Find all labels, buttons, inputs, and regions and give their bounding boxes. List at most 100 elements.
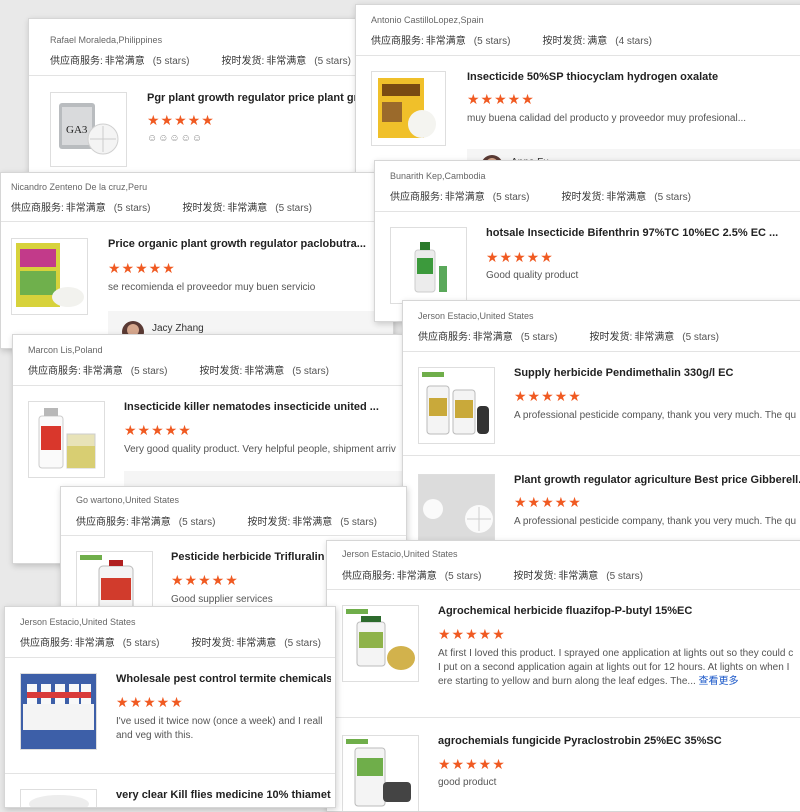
star-rating: ★★★★★ [147, 112, 215, 128]
review-comment-line: ere starting to yellow and burn along th… [438, 676, 696, 687]
rating-line: 供应商服务: 非常满意 (5 stars) 按时发货: 非常满意 (5 stars) [418, 328, 719, 343]
supplier-service-count: (5 stars) [473, 36, 511, 47]
star-rating: ★★★★★ [438, 626, 506, 642]
product-thumbnail[interactable] [342, 735, 419, 811]
supplier-service-label: 供应商服务: [390, 192, 443, 203]
on-time-delivery-label: 按时发货: [561, 192, 605, 203]
star-rating: ★★★★★ [467, 91, 535, 107]
product-thumbnail[interactable] [371, 71, 446, 146]
product-thumbnail[interactable]: GA3 [50, 92, 127, 167]
supplier-service-value: 非常满意 [472, 332, 513, 343]
rating-line: 供应商服务: 非常满意 (5 stars) 按时发货: 非常满意 (5 stars) [390, 188, 691, 203]
product-title[interactable]: Pgr plant growth regulator price plant g… [147, 92, 372, 104]
on-time-delivery-label: 按时发货: [247, 517, 291, 528]
review-comment-line: and veg with this. [116, 730, 194, 741]
thiocyclam-packet-image [378, 78, 436, 138]
on-time-delivery-count: (5 stars) [606, 571, 643, 582]
rating-line: 供应商服务: 非常满意 (5 stars) 按时发货: 非常满意 (5 stars) [50, 52, 351, 67]
on-time-delivery-count: (5 stars) [275, 203, 312, 214]
supplier-service-count: (5 stars) [113, 203, 151, 214]
paclobutrazol-packet-image [16, 243, 84, 307]
on-time-delivery-count: (5 stars) [682, 332, 719, 343]
on-time-delivery-count: (5 stars) [314, 56, 351, 67]
on-time-delivery-value: 非常满意 [558, 571, 599, 582]
review-comment: Good quality product [486, 270, 579, 281]
rating-line: 供应商服务: 非常满意 (5 stars) 按时发货: 非常满意 (5 stars) [20, 634, 321, 649]
product-title[interactable]: Wholesale pest control termite chemicals [116, 673, 331, 685]
supplier-service-value: 非常满意 [65, 203, 106, 214]
product-title[interactable]: agrochemials fungicide Pyraclostrobin 25… [438, 735, 800, 747]
review-card-rafael: Rafael Moraleda,Philippines 供应商服务: 非常满意 (5… [28, 18, 375, 180]
product-title[interactable]: Insecticide 50%SP thiocyclam hydrogen ox… [467, 71, 800, 83]
on-time-delivery-count: (5 stars) [654, 192, 691, 203]
rating-line: 供应商服务: 非常满意 (5 stars) 按时发货: 满意 (4 stars) [371, 32, 652, 47]
review-comment-line: I put on a second application again at l… [438, 662, 790, 673]
product-thumbnail[interactable] [342, 605, 419, 682]
supplier-service-count: (5 stars) [130, 366, 168, 377]
product-title[interactable]: hotsale Insecticide Bifenthrin 97%TC 10%… [486, 227, 800, 239]
on-time-delivery-count: (5 stars) [284, 638, 321, 649]
supplier-service-label: 供应商服务: [20, 638, 73, 649]
bifenthrin-bottle-image [414, 242, 447, 293]
product-thumbnail[interactable] [418, 367, 495, 444]
supplier-service-label: 供应商服务: [28, 366, 81, 377]
supplier-service-count: (5 stars) [520, 332, 558, 343]
supplier-service-label: 供应商服务: [76, 517, 129, 528]
reviewer-name: Marcon Lis,Poland [28, 345, 103, 355]
on-time-delivery-label: 按时发货: [191, 638, 235, 649]
review-comment: muy buena calidad del producto y proveed… [467, 113, 747, 124]
product-title[interactable]: very clear Kill flies medicine 10% thiam… [116, 789, 331, 801]
on-time-delivery-label: 按时发货: [221, 56, 265, 67]
review-card-antonio: Antonio CastilloLopez,Spain 供应商服务: 非常满意 (5… [355, 4, 800, 176]
supplier-service-count: (5 stars) [444, 571, 482, 582]
star-rating: ★★★★★ [438, 756, 506, 772]
product-thumbnail[interactable] [390, 227, 467, 304]
reviewer-name: Jerson Estacio,United States [342, 549, 458, 559]
nematode-insecticide-bottle-image [38, 408, 96, 469]
reviewer-name: Nicandro Zenteno De la cruz,Peru [11, 182, 148, 192]
product-title[interactable]: Supply herbicide Pendimethalin 330g/l EC [514, 367, 800, 379]
reviewer-name: Antonio CastilloLopez,Spain [371, 15, 484, 25]
fluazifop-bottle-image [346, 609, 415, 670]
product-thumbnail[interactable] [28, 401, 105, 478]
pendimethalin-bottles-image [422, 372, 489, 435]
product-thumbnail[interactable] [20, 789, 97, 807]
supplier-service-value: 非常满意 [74, 638, 115, 649]
reviewer-name: Jerson Estacio,United States [418, 311, 534, 321]
review-card-nicandro: Nicandro Zenteno De la cruz,Peru 供应商服务: 非… [0, 172, 394, 349]
see-more-link[interactable]: 查看更多 [699, 676, 739, 687]
on-time-delivery-count: (5 stars) [340, 517, 377, 528]
star-rating: ★★★★★ [171, 572, 239, 588]
product-thumbnail[interactable] [20, 673, 97, 750]
product-title[interactable]: Insecticide killer nematodes insecticide… [124, 401, 409, 413]
thiamethoxam-image [29, 795, 89, 807]
rating-line: 供应商服务: 非常满意 (5 stars) 按时发货: 非常满意 (5 stars) [11, 199, 312, 214]
on-time-delivery-label: 按时发货: [182, 203, 226, 214]
review-card-bunarith: Bunarith Kep,Cambodia 供应商服务: 非常满意 (5 stars… [374, 160, 800, 322]
supplier-service-count: (5 stars) [152, 56, 190, 67]
reviewer-name: Bunarith Kep,Cambodia [390, 171, 486, 181]
on-time-delivery-label: 按时发货: [513, 571, 557, 582]
rating-line: 供应商服务: 非常满意 (5 stars) 按时发货: 非常满意 (5 stars) [76, 513, 377, 528]
star-rating: ★★★★★ [124, 422, 192, 438]
on-time-delivery-value: 满意 [587, 36, 608, 47]
reviewer-name: Go wartono,United States [76, 495, 180, 505]
on-time-delivery-label: 按时发货: [199, 366, 243, 377]
review-card-jerson-bottom: Jerson Estacio,United States 供应商服务: 非常满意(… [326, 540, 800, 812]
product-title[interactable]: Agrochemical herbicide fluazifop-P-butyl… [438, 605, 800, 617]
reply-author: Jacy Zhang [152, 323, 204, 334]
supplier-service-label: 供应商服务: [418, 332, 471, 343]
termite-chemicals-bottles-image [21, 674, 96, 749]
product-title[interactable]: Price organic plant growth regulator pac… [108, 238, 388, 250]
product-thumbnail[interactable] [11, 238, 88, 315]
on-time-delivery-value: 非常满意 [227, 203, 268, 214]
review-comment: good product [438, 777, 497, 788]
review-comment: A professional pesticide company, thank … [514, 516, 797, 527]
star-rating: ★★★★★ [514, 494, 582, 510]
on-time-delivery-label: 按时发货: [589, 332, 633, 343]
supplier-service-value: 非常满意 [130, 517, 171, 528]
on-time-delivery-count: (5 stars) [292, 366, 329, 377]
product-title[interactable]: Plant growth regulator agriculture Best … [514, 474, 800, 486]
review-comment: A professional pesticide company, thank … [514, 410, 797, 421]
supplier-service-label: 供应商服务: [50, 56, 103, 67]
